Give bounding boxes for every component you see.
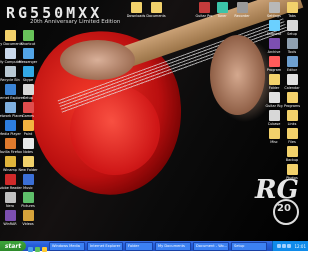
folder-icon [150, 2, 162, 13]
desktop-icon[interactable]: Guitar Rig [258, 92, 290, 108]
desktop-icon[interactable]: Messenger [12, 48, 44, 64]
folder-icon [286, 164, 298, 175]
guitar-icon [268, 92, 280, 103]
taskbar-button[interactable]: Windows Media [49, 241, 85, 251]
desktop-icon[interactable]: Backup [276, 146, 308, 162]
desktop-icon[interactable]: Photos [276, 164, 308, 180]
desktop-icon-label: Notes [23, 150, 33, 154]
desktop-icon[interactable]: Settings [258, 2, 290, 18]
desktop-icon[interactable]: Folder [258, 74, 290, 90]
music-icon [22, 174, 34, 185]
taskbar-button[interactable]: Setup [231, 241, 267, 251]
chat-icon [22, 48, 34, 59]
desktop-icon[interactable]: Shortcut [12, 30, 44, 46]
desktop-icon-label: Backup [285, 158, 299, 162]
folder-icon [268, 128, 280, 139]
desktop-icon-label: Paint [23, 132, 33, 136]
picture-icon [22, 192, 34, 203]
desktop-icon-label: Music [23, 186, 33, 190]
clock[interactable]: 12:01 [294, 244, 306, 249]
taskbar-button[interactable]: Internet Explorer [87, 241, 123, 251]
desktop-icon[interactable]: Shortcut [258, 20, 290, 36]
rg-logo-number: 20 [277, 203, 291, 214]
desktop-icon[interactable]: Paint [12, 120, 44, 136]
desktop-icon[interactable]: Skype [12, 66, 44, 82]
network-icon[interactable] [282, 244, 287, 248]
desktop-icon-label: Settings [267, 14, 281, 18]
rg-logo: RG 20 [255, 175, 299, 227]
wallpaper-hand [60, 40, 135, 80]
desktop-icon-label: Setup [23, 96, 33, 100]
mic-icon [236, 2, 248, 13]
folder-icon [286, 146, 298, 157]
phone-icon [22, 66, 34, 77]
taskbar: start Windows Media Internet Explorer Fold… [0, 241, 308, 252]
desktop-icon[interactable]: Recorder [226, 2, 258, 18]
desktop-icon-label: Skype [22, 78, 34, 82]
desktop-icon[interactable]: Pictures [12, 192, 44, 208]
desktop-icon-label: Pictures [21, 204, 35, 208]
desktop-icon-label: Documents [146, 14, 166, 18]
desktop-icon[interactable]: Videos [12, 210, 44, 226]
system-tray: 12:01 [272, 241, 308, 251]
desktop-icon-label: Folder [268, 86, 280, 90]
desktop-icon[interactable]: New Folder [12, 156, 44, 172]
game-icon [22, 102, 34, 113]
notepad-icon [22, 138, 34, 149]
desktop-icon-label: Videos [22, 222, 34, 226]
desktop-icon-label: Shortcut [266, 32, 282, 36]
video-icon [22, 210, 34, 221]
archive-icon [268, 38, 280, 49]
desktop-icon-label: Photos [286, 176, 298, 180]
taskbar-button[interactable]: My Documents [155, 241, 191, 251]
folder-icon [22, 156, 34, 167]
desktop[interactable]: RG550MXX 20th Anniversary Limited Editio… [0, 0, 308, 241]
shortcut-icon [22, 30, 34, 41]
volume-icon[interactable] [277, 244, 282, 248]
desktop-icon-label: Program [266, 68, 282, 72]
desktop-icon-label: Messenger [18, 60, 38, 64]
desktop-icon[interactable]: Music [12, 174, 44, 190]
desktop-icon-label: Recorder [234, 14, 250, 18]
desktop-icon-label: Cubase [267, 122, 281, 126]
desktop-icon-label: New Folder [18, 168, 38, 172]
start-button[interactable]: start [0, 241, 26, 251]
desktop-icon[interactable]: Misc [258, 128, 290, 144]
taskbar-button[interactable]: Document - Wo... [193, 241, 229, 251]
wallpaper-hand [210, 35, 265, 115]
desktop-icon-label: Misc [270, 140, 278, 144]
desktop-icon-label: Guitar Rig [265, 104, 283, 108]
gear-icon [268, 2, 280, 13]
desktop-icon[interactable]: Documents [140, 2, 172, 18]
app-icon [268, 110, 280, 121]
antivirus-icon[interactable] [287, 244, 292, 248]
folder-icon [268, 74, 280, 85]
desktop-icon-label: Shortcut [20, 42, 36, 46]
desktop-icon[interactable]: Program [258, 56, 290, 72]
desktop-icon[interactable]: Notes [12, 138, 44, 154]
desktop-icon-label: Games [22, 114, 34, 118]
desktop-icon[interactable]: Setup [12, 84, 44, 100]
taskbar-button[interactable]: Folder [125, 241, 153, 251]
setup-icon [22, 84, 34, 95]
desktop-icon[interactable]: Cubase [258, 110, 290, 126]
paint-icon [22, 120, 34, 131]
wallpaper-subtitle: 20th Anniversary Limited Edition [30, 19, 121, 25]
program-icon [268, 56, 280, 67]
desktop-icon[interactable]: Archive [258, 38, 290, 54]
shortcut-icon [268, 20, 280, 31]
desktop-icon[interactable]: Games [12, 102, 44, 118]
desktop-icon-label: Archive [267, 50, 281, 54]
